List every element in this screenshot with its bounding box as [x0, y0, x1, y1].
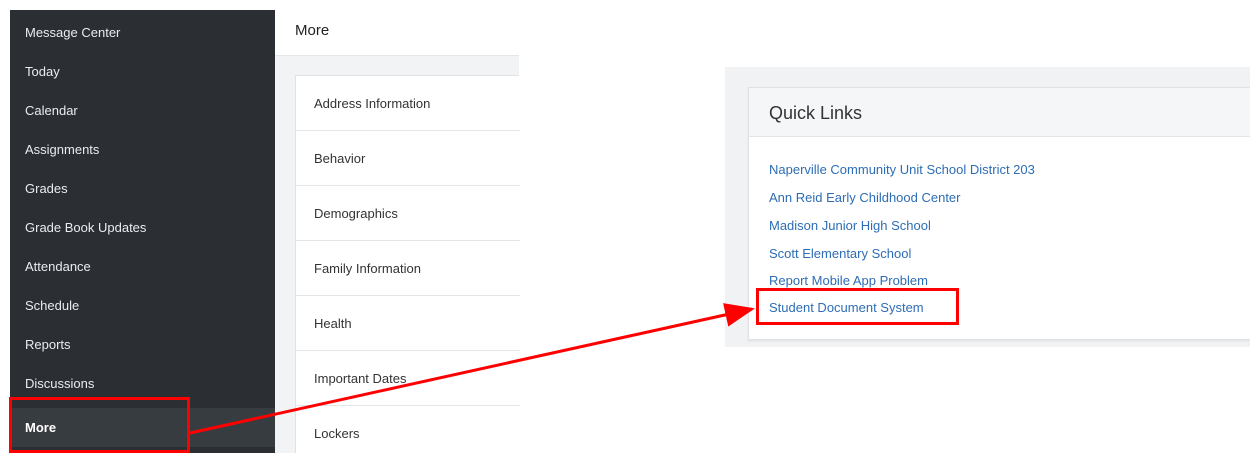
sidebar-nav: Message Center Today Calendar Assignment… [10, 10, 275, 453]
more-list: Address Information Behavior Demographic… [295, 75, 520, 453]
more-item-behavior[interactable]: Behavior [296, 131, 520, 186]
quick-link-report-mobile-app-problem[interactable]: Report Mobile App Problem [769, 273, 928, 288]
nav-item-grade-book-updates[interactable]: Grade Book Updates [10, 208, 275, 247]
nav-item-discussions[interactable]: Discussions [10, 364, 275, 403]
nav-item-grades[interactable]: Grades [10, 169, 275, 208]
quick-links-header: Quick Links [749, 88, 1250, 137]
nav-item-schedule[interactable]: Schedule [10, 286, 275, 325]
nav-item-assignments[interactable]: Assignments [10, 130, 275, 169]
more-page-header: More [275, 10, 519, 56]
more-item-demographics[interactable]: Demographics [296, 186, 520, 241]
nav-item-reports[interactable]: Reports [10, 325, 275, 364]
more-item-address-information[interactable]: Address Information [296, 76, 520, 131]
nav-item-calendar[interactable]: Calendar [10, 91, 275, 130]
quick-link-naperville-district-203[interactable]: Naperville Community Unit School Distric… [769, 162, 1035, 177]
nav-item-message-center[interactable]: Message Center [10, 13, 275, 52]
quick-links-card: Quick Links Naperville Community Unit Sc… [748, 87, 1250, 340]
quick-link-student-document-system[interactable]: Student Document System [769, 300, 924, 315]
page-title: More [295, 22, 330, 39]
quick-link-madison-junior-high-school[interactable]: Madison Junior High School [769, 218, 931, 233]
nav-item-today[interactable]: Today [10, 52, 275, 91]
more-item-family-information[interactable]: Family Information [296, 241, 520, 296]
quick-link-scott-elementary-school[interactable]: Scott Elementary School [769, 246, 911, 261]
quick-link-ann-reid-early-childhood-center[interactable]: Ann Reid Early Childhood Center [769, 190, 961, 205]
quick-links-title: Quick Links [769, 103, 863, 123]
more-item-important-dates[interactable]: Important Dates [296, 351, 520, 406]
nav-item-attendance[interactable]: Attendance [10, 247, 275, 286]
nav-item-more[interactable]: More [10, 408, 275, 447]
more-item-health[interactable]: Health [296, 296, 520, 351]
